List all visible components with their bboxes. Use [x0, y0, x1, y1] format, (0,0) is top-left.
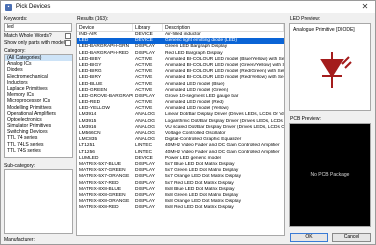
led-preview-label: LED Preview: — [290, 16, 321, 22]
pcb-preview-panel: No PCB Package — [289, 123, 371, 227]
results-header: Device Library Description — [77, 24, 284, 32]
show-only-models-checkbox[interactable] — [65, 40, 71, 46]
column-header-library[interactable]: Library — [133, 24, 163, 31]
pcb-preview-message: No PCB Package — [310, 172, 350, 178]
pick-devices-dialog: ▪ Pick Devices ✕ Keywords: led Match Who… — [0, 0, 376, 245]
pcb-preview-label: PCB Preview: — [290, 116, 321, 122]
column-header-device[interactable]: Device — [77, 24, 133, 31]
match-whole-words-label: Match Whole Words? — [4, 33, 52, 39]
category-list[interactable]: (All Categories) Analog ICs Diodes Electrom… — [4, 54, 73, 158]
category-item[interactable]: TTL 74S series — [5, 148, 72, 154]
sub-category-list[interactable] — [4, 169, 73, 234]
cancel-button[interactable]: Cancel — [332, 233, 371, 242]
description-cell: 8x8 Red LED Dot Matrix Display — [165, 205, 234, 211]
close-icon[interactable]: ✕ — [359, 2, 371, 12]
ok-button[interactable]: OK — [290, 233, 328, 242]
keywords-label: Keywords: — [4, 16, 28, 22]
led-preview-model: Analogue Primitive [DIODE] — [293, 27, 355, 33]
led-preview-panel: Analogue Primitive [DIODE] — [289, 23, 371, 111]
library-cell: DISPLAY — [135, 205, 155, 211]
keywords-input[interactable]: led — [4, 23, 72, 32]
table-row[interactable]: MATRIX-8X8-RED DISPLAY 8x8 Red LED Dot Mat… — [77, 205, 284, 211]
column-header-description[interactable]: Description — [163, 24, 284, 31]
manufacturer-label: Manufacturer: — [4, 237, 35, 243]
match-whole-words-checkbox[interactable] — [65, 33, 71, 39]
app-icon: ▪ — [5, 3, 12, 11]
title-bar: ▪ Pick Devices ✕ — [1, 1, 375, 13]
results-label: Results (163): — [77, 16, 109, 22]
show-only-models-label: Show only parts with models? — [4, 40, 71, 46]
results-rows: IND-AIR DEVICE Air-filled inductor LED DEVIC… — [77, 32, 284, 211]
window-title: Pick Devices — [16, 4, 51, 10]
device-cell: MATRIX-8X8-RED — [79, 205, 119, 211]
diode-symbol-icon — [320, 52, 352, 88]
results-table[interactable]: Device Library Description IND-AIR DEVICE… — [76, 23, 285, 236]
